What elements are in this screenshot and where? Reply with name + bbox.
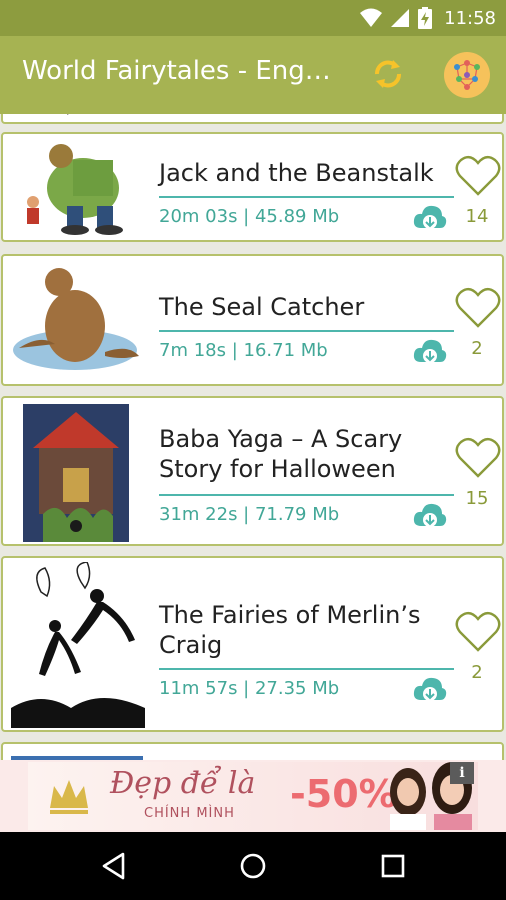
favorite-heart-icon[interactable] — [455, 436, 501, 480]
home-circle-icon — [240, 853, 266, 879]
divider — [159, 668, 454, 670]
story-thumbnail — [67, 114, 69, 115]
ad-subline: CHÍNH MÌNH — [144, 806, 235, 821]
story-thumbnail — [13, 268, 139, 370]
story-meta: 11m 57s | 27.35 Mb — [159, 678, 340, 699]
favorite-heart-icon[interactable] — [455, 286, 501, 330]
divider — [159, 330, 454, 332]
story-title: The Fairies of Merlin’s Craig — [159, 601, 421, 659]
story-card-partial[interactable] — [1, 742, 504, 760]
ad-creative[interactable]: Đẹp để là CHÍNH MÌNH -50% — [28, 762, 478, 830]
likes-count: 15 — [465, 488, 489, 509]
cloud-download-icon[interactable] — [413, 202, 447, 232]
ad-info-button[interactable]: i — [450, 762, 474, 784]
favorite-heart-icon[interactable] — [455, 154, 501, 198]
sync-icon — [375, 60, 401, 88]
story-thumbnail — [11, 562, 145, 728]
cloud-download-icon[interactable] — [413, 674, 447, 704]
story-title: The Seal Catcher — [159, 293, 365, 321]
divider — [159, 494, 454, 496]
likes-count: 2 — [471, 662, 483, 683]
wifi-icon — [360, 8, 383, 27]
story-card[interactable]: The Fairies of Merlin’s Craig 11m 57s | … — [1, 556, 504, 732]
home-button[interactable] — [233, 846, 273, 886]
apps-icon — [454, 60, 480, 90]
story-card[interactable]: Baba Yaga – A Scary Story for Halloween … — [1, 396, 504, 546]
recents-square-icon — [381, 854, 405, 878]
app-bar: World Fairytales - English — [0, 36, 506, 114]
back-button[interactable] — [94, 846, 134, 886]
likes-count: 14 — [465, 206, 489, 227]
status-bar: 11:58 — [0, 0, 506, 36]
crown-logo-icon — [50, 780, 88, 814]
battery-charging-icon — [418, 7, 433, 29]
navigation-bar — [0, 832, 506, 900]
story-thumbnail — [27, 144, 123, 235]
ad-headline: Đẹp để là — [110, 766, 256, 801]
ad-banner[interactable]: Đẹp để là CHÍNH MÌNH -50% i — [0, 760, 506, 832]
story-card[interactable]: The Seal Catcher 7m 18s | 16.71 Mb 2 — [1, 254, 504, 386]
story-title: Baba Yaga – A Scary Story for Halloween — [159, 425, 403, 483]
cellular-signal-icon — [391, 9, 410, 27]
story-list[interactable]: Jack and the Beanstalk 20m 03s | 45.89 M… — [0, 114, 506, 760]
status-icons: 11:58 — [360, 0, 496, 36]
apps-menu-button[interactable] — [444, 52, 490, 98]
story-meta: 31m 22s | 71.79 Mb — [159, 504, 340, 525]
app-title: World Fairytales - English — [22, 56, 334, 86]
cloud-download-icon[interactable] — [413, 500, 447, 530]
cloud-download-icon[interactable] — [413, 336, 447, 366]
story-card[interactable]: Jack and the Beanstalk 20m 03s | 45.89 M… — [1, 132, 504, 242]
recents-button[interactable] — [373, 846, 413, 886]
story-meta: 7m 18s | 16.71 Mb — [159, 340, 328, 361]
app-screen: 11:58 World Fairytales - English Jack an… — [0, 0, 506, 900]
story-title: Jack and the Beanstalk — [159, 159, 434, 187]
status-time: 11:58 — [444, 7, 496, 29]
story-card-partial[interactable] — [1, 114, 504, 124]
likes-count: 2 — [471, 338, 483, 359]
back-triangle-icon — [102, 852, 125, 880]
story-thumbnail — [23, 404, 129, 542]
story-meta: 20m 03s | 45.89 Mb — [159, 206, 340, 227]
divider — [159, 196, 454, 198]
sync-button[interactable] — [366, 52, 410, 96]
favorite-heart-icon[interactable] — [455, 610, 501, 654]
